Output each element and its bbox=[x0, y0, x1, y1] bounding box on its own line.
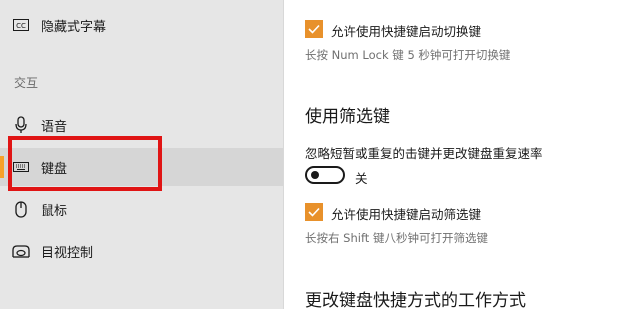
svg-text:CC: CC bbox=[16, 22, 26, 30]
sidebar-item-label: 目视控制 bbox=[41, 245, 94, 261]
filter-keys-description: 忽略短暂或重复的击键并更改键盘重复速率 bbox=[305, 146, 543, 161]
sidebar-item-closed-captions[interactable]: CC 隐藏式字幕 bbox=[0, 6, 283, 44]
filter-keys-toggle[interactable] bbox=[305, 166, 345, 184]
filter-keys-shortcut-checkbox[interactable] bbox=[305, 203, 323, 221]
toggle-knob bbox=[311, 171, 319, 179]
section-header-interaction: 交互 bbox=[14, 76, 39, 90]
shortcut-section-heading: 更改键盘快捷方式的工作方式 bbox=[305, 291, 526, 311]
filter-keys-toggle-state: 关 bbox=[355, 171, 368, 186]
closed-caption-icon: CC bbox=[11, 15, 31, 35]
sidebar-item-keyboard[interactable]: 键盘 bbox=[0, 148, 283, 186]
filter-keys-hint: 长按右 Shift 键八秒钟可打开筛选键 bbox=[305, 231, 488, 245]
eye-control-icon bbox=[11, 241, 31, 261]
pane-divider bbox=[283, 0, 284, 309]
toggle-keys-shortcut-label: 允许使用快捷键启动切换键 bbox=[331, 24, 482, 39]
microphone-icon bbox=[11, 115, 31, 135]
sidebar-item-label: 键盘 bbox=[41, 161, 68, 177]
sidebar-item-label: 语音 bbox=[41, 119, 68, 135]
sidebar-item-eye-control[interactable]: 目视控制 bbox=[0, 232, 283, 270]
toggle-keys-hint: 长按 Num Lock 键 5 秒钟可打开切换键 bbox=[305, 48, 511, 62]
settings-sidebar: CC 隐藏式字幕 交互 语音 键盘 鼠标 目视控制 bbox=[0, 0, 283, 309]
toggle-keys-shortcut-checkbox[interactable] bbox=[305, 20, 323, 38]
sidebar-item-label: 隐藏式字幕 bbox=[41, 19, 107, 35]
selection-accent-bar bbox=[0, 156, 4, 178]
sidebar-item-label: 鼠标 bbox=[41, 203, 68, 219]
checkmark-icon bbox=[308, 207, 320, 217]
mouse-icon bbox=[11, 199, 31, 219]
filter-keys-heading: 使用筛选键 bbox=[305, 107, 390, 127]
filter-keys-shortcut-label: 允许使用快捷键启动筛选键 bbox=[331, 207, 482, 222]
sidebar-item-mouse[interactable]: 鼠标 bbox=[0, 190, 283, 228]
sidebar-item-speech[interactable]: 语音 bbox=[0, 106, 283, 144]
checkmark-icon bbox=[308, 24, 320, 34]
keyboard-icon bbox=[11, 157, 31, 177]
